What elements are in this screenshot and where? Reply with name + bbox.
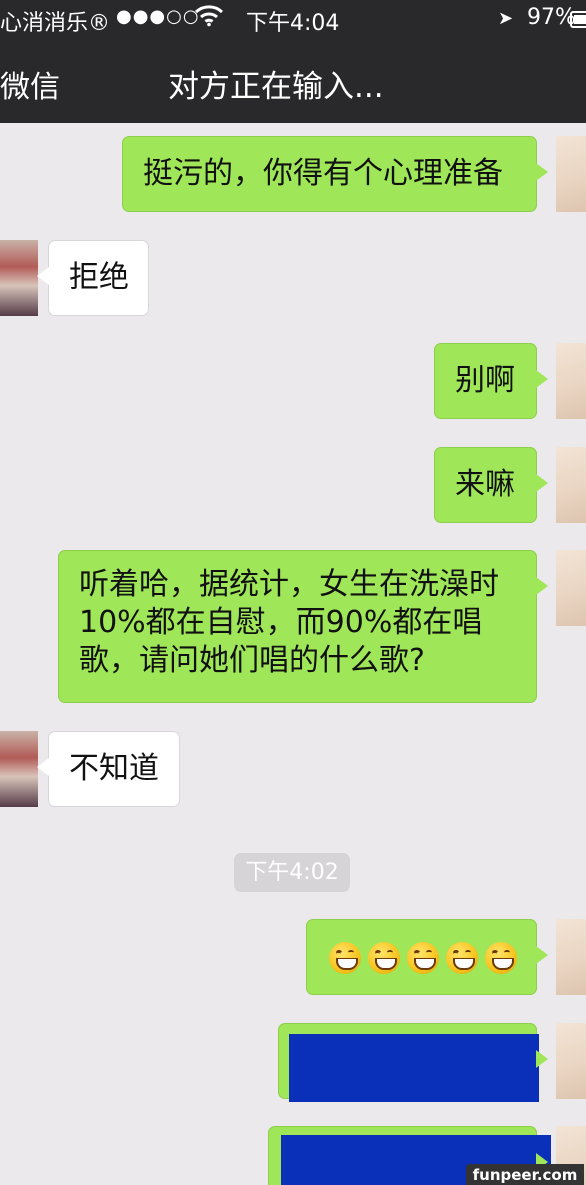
message-text: 听着哈，据统计，女生在洗澡时10%都在自慰，而90%都在唱歌，请问她们唱的什么歌… [79, 567, 499, 678]
message-bubble-sent[interactable] [278, 1023, 548, 1102]
message-bubble-sent[interactable]: 听着哈，据统计，女生在洗澡时10%都在自慰，而90%都在唱歌，请问她们唱的什么歌… [58, 550, 548, 703]
contact-avatar[interactable] [0, 240, 38, 316]
wifi-icon [194, 3, 224, 33]
message-text: 拒绝 [69, 260, 129, 295]
message-bubble-received[interactable]: 不知道 [37, 731, 180, 807]
message-bubble-sent[interactable]: 挺污的，你得有个心理准备 [122, 136, 548, 212]
my-avatar[interactable] [556, 447, 586, 523]
battery-icon [570, 11, 586, 28]
grinning-face-icon [407, 942, 439, 974]
my-avatar[interactable] [556, 136, 586, 212]
message-text: 挺污的，你得有个心理准备 [143, 156, 503, 191]
signal-strength-icon: ●●●○○ [116, 6, 200, 27]
contact-avatar[interactable] [0, 731, 38, 807]
clock: 下午4:04 [246, 11, 340, 36]
grinning-face-icon [446, 942, 478, 974]
message-bubble-sent[interactable] [306, 919, 548, 995]
my-avatar[interactable] [556, 343, 586, 419]
message-text: 不知道 [69, 751, 159, 786]
my-avatar[interactable] [556, 919, 586, 995]
grinning-face-icon [329, 942, 361, 974]
watermark: funpeer.com [466, 1164, 584, 1185]
grinning-face-icon [368, 942, 400, 974]
message-bubble-sent[interactable]: 来嘛 [434, 447, 548, 523]
message-text: 别啊 [455, 363, 515, 398]
carrier-name: 心消消乐® [0, 11, 111, 36]
message-text: 来嘛 [455, 467, 515, 502]
chat-title: 对方正在输入... [168, 69, 384, 105]
redaction-block [289, 1034, 539, 1102]
my-avatar[interactable] [556, 550, 586, 626]
message-bubble-received[interactable]: 拒绝 [37, 240, 149, 316]
status-bar: 心消消乐® ●●●○○ 下午4:04 ➤ 97% [0, 0, 586, 40]
location-arrow-icon: ➤ [498, 8, 514, 29]
battery-percent: 97% [527, 5, 576, 30]
timestamp-chip: 下午4:02 [234, 853, 350, 892]
header: 心消消乐® ●●●○○ 下午4:04 ➤ 97% 微信 对方正在输入... [0, 0, 586, 123]
message-bubble-sent[interactable]: 别啊 [434, 343, 548, 419]
my-avatar[interactable] [556, 1023, 586, 1099]
grinning-face-icon [485, 942, 517, 974]
back-button[interactable]: 微信 [0, 62, 60, 106]
